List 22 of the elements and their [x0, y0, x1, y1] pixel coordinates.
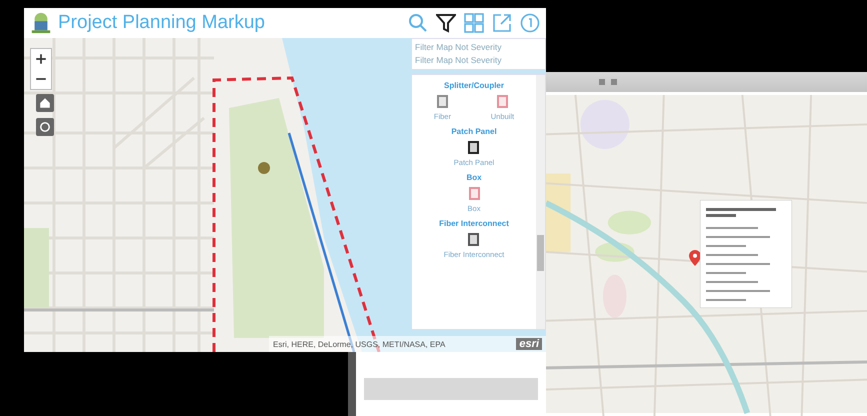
locate-button[interactable]: [36, 118, 54, 136]
layer-heading: Patch Panel: [450, 127, 498, 136]
filter-icon[interactable]: [436, 13, 456, 33]
share-icon[interactable]: [492, 13, 512, 33]
layer-heading: Splitter/Coupler: [442, 81, 505, 90]
logo-icon: [30, 12, 52, 34]
search-icon[interactable]: [408, 13, 428, 33]
map-attribution: Esri, HERE, DeLorme, USGS, METI/NASA, EPA: [273, 340, 446, 348]
help-icon[interactable]: [520, 13, 540, 33]
filter-text[interactable]: Filter Map Not Severity: [415, 41, 542, 54]
home-icon: [39, 97, 51, 109]
locate-icon: [39, 121, 51, 133]
layer-heading: Box: [465, 173, 483, 182]
grid-icon[interactable]: [464, 13, 484, 33]
home-button[interactable]: [36, 94, 54, 112]
scroll-thumb[interactable]: [537, 235, 544, 271]
filter-text[interactable]: Filter Map Not Severity: [415, 54, 542, 67]
scrollbar[interactable]: [536, 75, 545, 329]
plus-icon: [35, 53, 47, 65]
map-logo: esri: [516, 338, 542, 350]
app-title: Project Planning Markup: [58, 12, 265, 34]
layer-heading: Fiber Interconnect: [438, 219, 510, 228]
